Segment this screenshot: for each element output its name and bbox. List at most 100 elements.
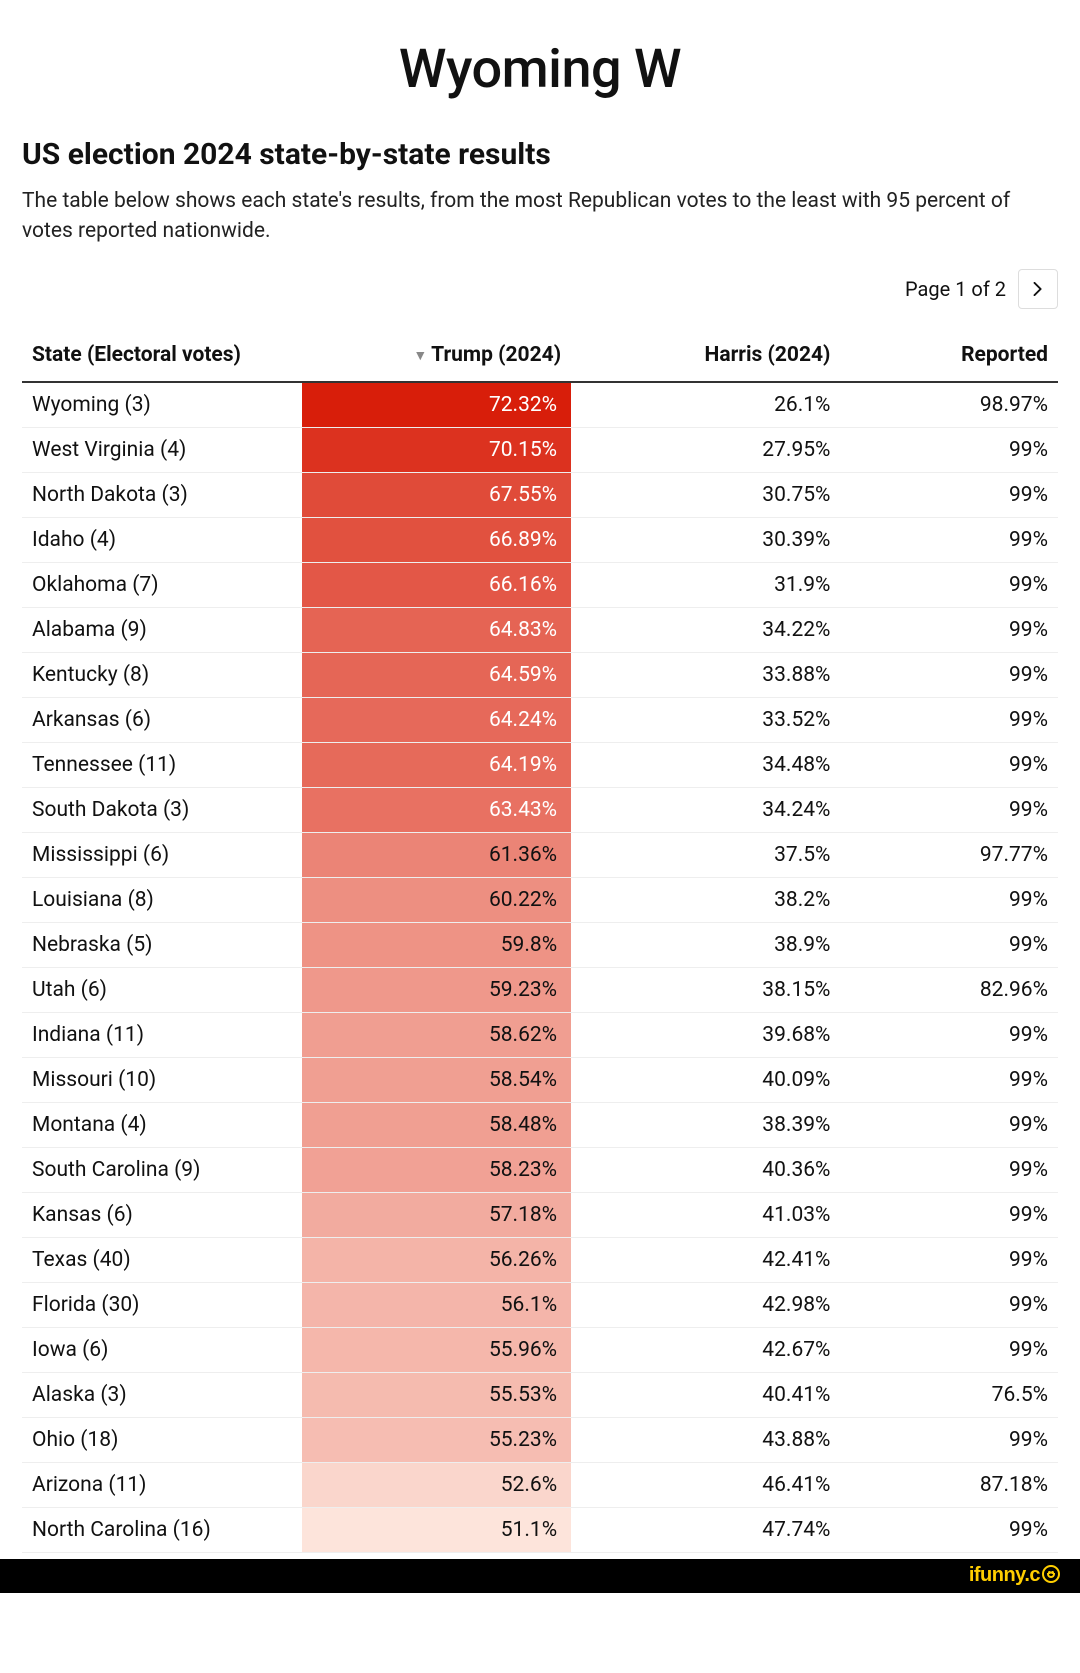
cell-trump: 70.15% [302, 427, 571, 472]
cell-state: Missouri (10) [22, 1057, 302, 1102]
cell-harris: 46.41% [571, 1462, 840, 1507]
cell-trump: 56.26% [302, 1237, 571, 1282]
cell-trump: 64.24% [302, 697, 571, 742]
table-row: Alaska (3)55.53%40.41%76.5% [22, 1372, 1058, 1417]
table-row: Indiana (11)58.62%39.68%99% [22, 1012, 1058, 1057]
cell-trump: 52.6% [302, 1462, 571, 1507]
cell-reported: 99% [840, 1417, 1058, 1462]
watermark: ifunny.c [969, 1564, 1060, 1587]
col-trump-header[interactable]: ▼Trump (2024) [302, 333, 571, 382]
footer-bar: ifunny.c [0, 1559, 1080, 1593]
col-state-header[interactable]: State (Electoral votes) [22, 333, 302, 382]
cell-reported: 99% [840, 607, 1058, 652]
cell-state: Kansas (6) [22, 1192, 302, 1237]
table-row: Missouri (10)58.54%40.09%99% [22, 1057, 1058, 1102]
cell-trump: 61.36% [302, 832, 571, 877]
table-row: Arizona (11)52.6%46.41%87.18% [22, 1462, 1058, 1507]
cell-state: Utah (6) [22, 967, 302, 1012]
cell-harris: 30.75% [571, 472, 840, 517]
cell-reported: 99% [840, 562, 1058, 607]
table-row: Nebraska (5)59.8%38.9%99% [22, 922, 1058, 967]
table-row: North Dakota (3)67.55%30.75%99% [22, 472, 1058, 517]
cell-state: Arkansas (6) [22, 697, 302, 742]
cell-reported: 99% [840, 697, 1058, 742]
table-row: Idaho (4)66.89%30.39%99% [22, 517, 1058, 562]
col-harris-header[interactable]: Harris (2024) [571, 333, 840, 382]
cell-reported: 99% [840, 472, 1058, 517]
table-row: Wyoming (3)72.32%26.1%98.97% [22, 382, 1058, 428]
cell-reported: 99% [840, 1282, 1058, 1327]
cell-state: Ohio (18) [22, 1417, 302, 1462]
table-row: South Carolina (9)58.23%40.36%99% [22, 1147, 1058, 1192]
col-reported-header[interactable]: Reported [840, 333, 1058, 382]
cell-reported: 99% [840, 427, 1058, 472]
cell-harris: 37.5% [571, 832, 840, 877]
cell-reported: 97.77% [840, 832, 1058, 877]
cell-reported: 99% [840, 517, 1058, 562]
cell-state: Alaska (3) [22, 1372, 302, 1417]
cell-harris: 38.2% [571, 877, 840, 922]
cell-state: West Virginia (4) [22, 427, 302, 472]
cell-trump: 64.19% [302, 742, 571, 787]
cell-trump: 56.1% [302, 1282, 571, 1327]
cell-reported: 99% [840, 922, 1058, 967]
table-row: Oklahoma (7)66.16%31.9%99% [22, 562, 1058, 607]
cell-trump: 60.22% [302, 877, 571, 922]
cell-trump: 55.96% [302, 1327, 571, 1372]
cell-trump: 58.54% [302, 1057, 571, 1102]
pager-label: Page 1 of 2 [905, 277, 1006, 301]
cell-reported: 82.96% [840, 967, 1058, 1012]
cell-state: Florida (30) [22, 1282, 302, 1327]
cell-reported: 99% [840, 1102, 1058, 1147]
table-row: Kansas (6)57.18%41.03%99% [22, 1192, 1058, 1237]
section-heading: US election 2024 state-by-state results [22, 137, 1058, 172]
cell-trump: 58.48% [302, 1102, 571, 1147]
cell-trump: 66.89% [302, 517, 571, 562]
cell-harris: 27.95% [571, 427, 840, 472]
cell-reported: 99% [840, 1057, 1058, 1102]
cell-state: Tennessee (11) [22, 742, 302, 787]
cell-state: Idaho (4) [22, 517, 302, 562]
cell-reported: 99% [840, 1507, 1058, 1552]
cell-harris: 26.1% [571, 382, 840, 428]
cell-state: Arizona (11) [22, 1462, 302, 1507]
cell-harris: 38.15% [571, 967, 840, 1012]
table-row: Mississippi (6)61.36%37.5%97.77% [22, 832, 1058, 877]
cell-harris: 42.67% [571, 1327, 840, 1372]
table-row: Tennessee (11)64.19%34.48%99% [22, 742, 1058, 787]
cell-state: Mississippi (6) [22, 832, 302, 877]
cell-harris: 38.9% [571, 922, 840, 967]
cell-trump: 59.23% [302, 967, 571, 1012]
cell-harris: 41.03% [571, 1192, 840, 1237]
cell-harris: 34.48% [571, 742, 840, 787]
cell-harris: 42.98% [571, 1282, 840, 1327]
pager: Page 1 of 2 [22, 269, 1058, 309]
cell-harris: 31.9% [571, 562, 840, 607]
cell-trump: 63.43% [302, 787, 571, 832]
cell-trump: 58.62% [302, 1012, 571, 1057]
cell-state: Nebraska (5) [22, 922, 302, 967]
cell-harris: 40.09% [571, 1057, 840, 1102]
pager-next-button[interactable] [1018, 269, 1058, 309]
cell-harris: 33.88% [571, 652, 840, 697]
cell-harris: 34.22% [571, 607, 840, 652]
cell-state: South Dakota (3) [22, 787, 302, 832]
cell-trump: 64.83% [302, 607, 571, 652]
table-row: Texas (40)56.26%42.41%99% [22, 1237, 1058, 1282]
cell-reported: 99% [840, 1192, 1058, 1237]
cell-reported: 99% [840, 787, 1058, 832]
table-row: Louisiana (8)60.22%38.2%99% [22, 877, 1058, 922]
cell-harris: 40.36% [571, 1147, 840, 1192]
cell-reported: 99% [840, 1012, 1058, 1057]
section-description: The table below shows each state's resul… [22, 186, 1058, 247]
cell-state: Oklahoma (7) [22, 562, 302, 607]
cell-harris: 43.88% [571, 1417, 840, 1462]
table-row: Kentucky (8)64.59%33.88%99% [22, 652, 1058, 697]
cell-state: Kentucky (8) [22, 652, 302, 697]
cell-trump: 67.55% [302, 472, 571, 517]
cell-reported: 99% [840, 1147, 1058, 1192]
table-row: Florida (30)56.1%42.98%99% [22, 1282, 1058, 1327]
cell-state: Montana (4) [22, 1102, 302, 1147]
cell-trump: 58.23% [302, 1147, 571, 1192]
cell-harris: 33.52% [571, 697, 840, 742]
